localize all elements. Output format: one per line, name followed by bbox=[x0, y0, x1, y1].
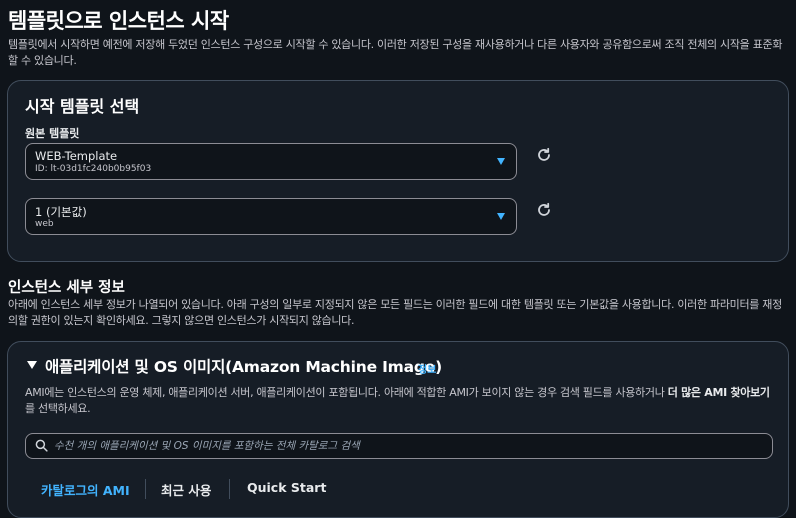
ami-section-title[interactable]: 애플리케이션 및 OS 이미지(Amazon Machine Image) bbox=[45, 355, 442, 377]
refresh-icon[interactable] bbox=[536, 202, 552, 218]
ami-search-input[interactable] bbox=[54, 437, 754, 454]
page-title: 템플릿으로 인스턴스 시작 bbox=[8, 9, 229, 33]
ami-description: AMI에는 인스턴스의 운영 체제, 애플리케이션 서버, 애플리케이션이 포함… bbox=[25, 385, 777, 417]
template-select-id: ID: lt-03d1fc240b0b95f03 bbox=[35, 164, 152, 174]
expand-triangle-icon[interactable] bbox=[27, 361, 37, 369]
info-link[interactable]: 정보 bbox=[418, 361, 436, 376]
version-select-value: 1 (기본값) bbox=[35, 205, 87, 219]
tab-divider bbox=[145, 479, 146, 499]
source-template-label: 원본 템플릿 bbox=[25, 127, 80, 140]
search-icon bbox=[35, 439, 48, 452]
tab-quick-start[interactable]: Quick Start bbox=[247, 480, 326, 495]
page-description: 템플릿에서 시작하면 예전에 저장해 두었던 인스턴스 구성으로 시작할 수 있… bbox=[8, 38, 783, 67]
template-select[interactable]: WEB-Template ID: lt-03d1fc240b0b95f03 bbox=[25, 143, 517, 180]
tab-catalog-amis[interactable]: 카탈로그의 AMI bbox=[41, 480, 130, 499]
refresh-icon[interactable] bbox=[536, 147, 552, 163]
version-select[interactable]: 1 (기본값) web bbox=[25, 198, 517, 235]
ami-description-suffix: 를 선택하세요. bbox=[25, 402, 91, 415]
launch-template-title: 시작 템플릿 선택 bbox=[25, 97, 140, 116]
template-select-value: WEB-Template bbox=[35, 149, 118, 163]
caret-down-icon bbox=[497, 213, 505, 220]
instance-details-description: 아래에 인스턴스 세부 정보가 나열되어 있습니다. 아래 구성의 일부로 지정… bbox=[8, 298, 782, 327]
tab-recently-used[interactable]: 최근 사용 bbox=[161, 480, 211, 499]
browse-more-amis-text: 더 많은 AMI 찾아보기 bbox=[667, 386, 770, 399]
tab-divider bbox=[229, 479, 230, 499]
instance-details-title: 인스턴스 세부 정보 bbox=[8, 280, 125, 296]
ami-description-text: AMI에는 인스턴스의 운영 체제, 애플리케이션 서버, 애플리케이션이 포함… bbox=[25, 386, 668, 399]
ami-card: 애플리케이션 및 OS 이미지(Amazon Machine Image) 정보… bbox=[7, 341, 789, 518]
version-select-description: web bbox=[35, 219, 54, 229]
launch-template-card: 시작 템플릿 선택 원본 템플릿 WEB-Template ID: lt-03d… bbox=[7, 80, 789, 262]
ami-search-box[interactable] bbox=[25, 433, 773, 459]
caret-down-icon bbox=[497, 158, 505, 165]
